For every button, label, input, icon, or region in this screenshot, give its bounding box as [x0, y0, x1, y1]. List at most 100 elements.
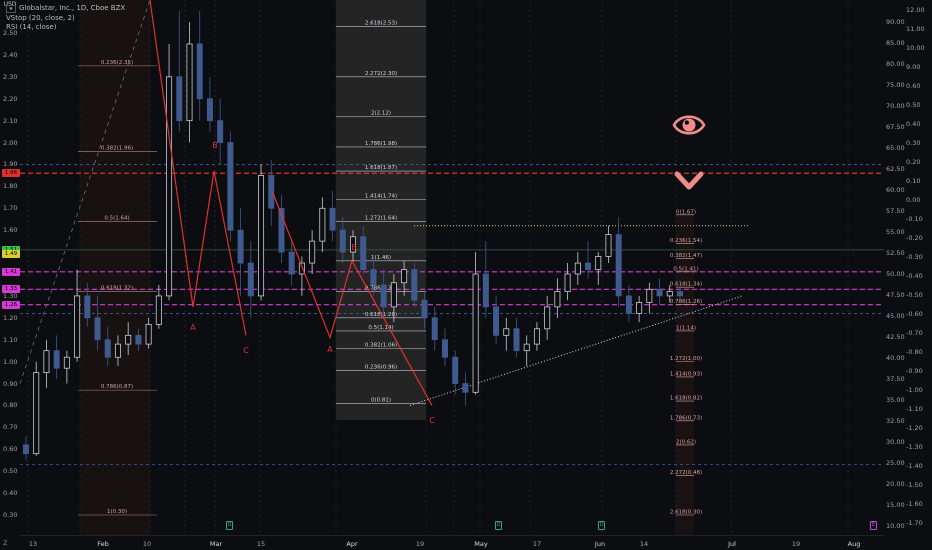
fib-level-label: 1(0.30) [107, 509, 127, 515]
candle-body [615, 234, 622, 297]
price-tick-label: 1.10 [3, 335, 18, 344]
fib-level-label: 2.618(0.30) [670, 510, 702, 516]
candle-body [43, 350, 50, 373]
rsi-tick-label: 67.50 [886, 123, 905, 131]
rsi-tick-label: 62.50 [886, 165, 905, 173]
candle-body [217, 120, 224, 143]
candle-body [33, 372, 40, 455]
candle-body [206, 98, 213, 122]
price-tick-label: 1.70 [3, 204, 18, 213]
candle-body [482, 273, 489, 308]
candle-body [166, 76, 173, 297]
candle-body [452, 356, 459, 384]
candle-body [564, 273, 571, 292]
rsi-tick-label: 15.00 [886, 501, 905, 509]
time-tick-label: 19 [791, 540, 801, 548]
candle-body [247, 262, 254, 297]
candle-body [370, 269, 377, 286]
fib-level-label: 1(1.14) [676, 325, 696, 331]
pattern-point-label: B [212, 141, 218, 150]
dividend-marker[interactable]: D [598, 521, 605, 530]
candle-body [411, 269, 418, 301]
dividend-marker[interactable]: D [226, 521, 233, 530]
symbol-title[interactable]: Globalstar, Inc., 1D, Cboe BZX [19, 4, 125, 14]
price-tick-label: 1.80 [3, 182, 18, 191]
price-tick-label: 0.30 [3, 511, 18, 519]
fib-level-label: 0.5(1.64) [104, 215, 129, 221]
candle-body [462, 383, 469, 393]
fib-level-label: 0.382(1.06) [365, 342, 397, 348]
price-tag-badge: 1.26 [2, 300, 20, 309]
oscillator-tick-label: -1.60 [906, 500, 923, 508]
rsi-tick-label: 45.00 [886, 312, 905, 320]
zoom-reset-button[interactable]: Z [3, 539, 7, 547]
oscillator-tick-label: -1.10 [906, 405, 923, 413]
time-tick-label: 15 [256, 540, 266, 548]
oscillator-tick-label: 0.00 [906, 196, 921, 204]
time-tick-label: 17 [532, 540, 542, 548]
oscillator-tick-label: -0.10 [906, 215, 923, 223]
rsi-tick-label: 20.00 [886, 480, 905, 488]
time-tick-label: Feb [97, 540, 109, 548]
time-tick-label: Apr [346, 540, 358, 548]
rsi-tick-label: 25.00 [886, 459, 905, 467]
price-chart-canvas[interactable]: 0.236(2.35)0.382(1.96)0.5(1.64)0.618(1.3… [0, 0, 932, 550]
oscillator-tick-label: -1.50 [906, 481, 923, 489]
shaded-range-left [80, 0, 150, 535]
candle-body [646, 288, 653, 303]
price-tick-label: 2.20 [3, 94, 18, 103]
rsi-tick-label: 85.00 [886, 39, 905, 47]
time-tick-label: Jun [594, 540, 606, 548]
time-axis[interactable]: 13 Feb 10 Mar 15 Apr 19 May 17 Jun 14 Jul 19 Aug [20, 535, 884, 550]
price-tag-badge: 1.49 [2, 250, 20, 259]
earnings-marker[interactable]: E [870, 521, 877, 530]
candle-body [554, 291, 561, 308]
rsi-tick-label: 65.00 [886, 144, 905, 152]
dividend-marker[interactable]: D [495, 521, 502, 530]
candle-body [104, 339, 111, 358]
oscillator-tick-label: -0.90 [906, 367, 923, 375]
fib-level-label: 1.414(1.74) [365, 194, 397, 200]
fib-level-label: 1.786(0.73) [670, 415, 702, 421]
oscillator-tick-label: -1.30 [906, 443, 923, 451]
candle-body [22, 444, 29, 455]
rsi-tick-label: 32.50 [886, 417, 905, 425]
legend-indicator-row[interactable]: VStop (20, close, 2) [6, 14, 125, 24]
candle-body [605, 234, 612, 257]
rsi-tick-label: 40.00 [886, 354, 905, 362]
rsi-tick-label: 37.50 [886, 375, 905, 383]
oscillator-tick-label: -0.60 [906, 310, 923, 318]
candle-body [125, 334, 132, 345]
time-tick-label: 13 [28, 540, 38, 548]
rsi-tick-label: 57.50 [886, 207, 905, 215]
oscillator-tick-label: -0.40 [906, 272, 923, 280]
fib-level-label: 0.786(0.87) [101, 384, 133, 390]
rsi-tick-label: 70.00 [886, 102, 905, 110]
legend-indicator-row[interactable]: RSI (14, close) [6, 23, 125, 33]
price-tick-label: 1.90 [3, 160, 18, 169]
indicator-vstop-label[interactable]: VStop (20, close, 2) [6, 14, 75, 24]
candle-body [523, 343, 530, 352]
oscillator-tick-label: -0.80 [906, 348, 923, 356]
candle-body [585, 262, 592, 271]
symbol-logo-icon: ★ [6, 4, 16, 13]
fib-level-label: 1(1.46) [371, 255, 391, 261]
candle-body [421, 299, 428, 319]
chart-area[interactable]: 0.236(2.35) 0.382(1.96) 0.5(1.64) 0.618(1.3… [0, 0, 932, 550]
fib-level-label: 2.272(2.30) [365, 71, 397, 77]
price-tick-label: 2.00 [3, 138, 18, 147]
candle-body [431, 317, 438, 341]
fib-level-label: 2(2.12) [371, 110, 391, 116]
legend-title-row[interactable]: ★ Globalstar, Inc., 1D, Cboe BZX [6, 4, 125, 14]
price-tick-label: 0.80 [3, 401, 18, 410]
candle-body [114, 343, 121, 358]
price-tick-label: 0.60 [3, 445, 18, 454]
fib-level-label: 0.786(1.26) [670, 299, 702, 305]
price-axis-right[interactable]: 12.00 11.00 10.00 9.00 0.60 0.50 0.40 0.30 0.20 0… [884, 0, 932, 550]
candle-body [227, 142, 234, 231]
candle-body [503, 328, 510, 336]
indicator-rsi-label[interactable]: RSI (14, close) [6, 23, 56, 33]
rsi-tick-label: 42.50 [886, 333, 905, 341]
pattern-point-label: A [327, 345, 333, 354]
price-axis-left[interactable]: 2.50 2.40 2.30 2.20 2.10 2.00 1.90 1.80 1.70 1.60… [0, 0, 20, 550]
